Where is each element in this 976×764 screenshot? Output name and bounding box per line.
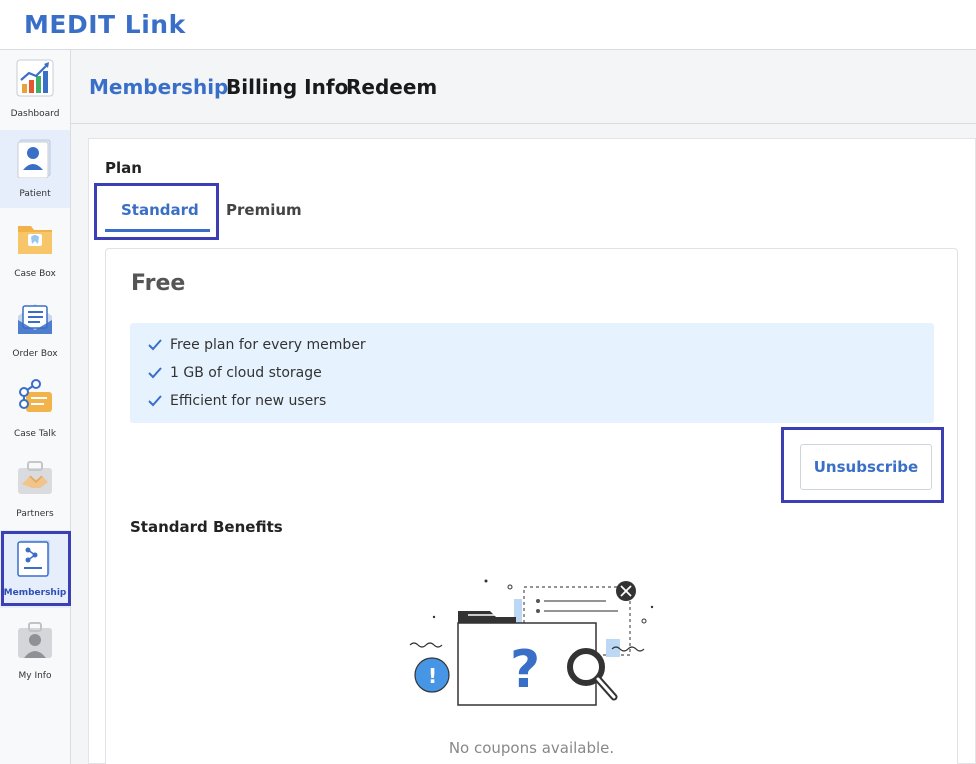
empty-state-text: No coupons available. (448, 739, 615, 757)
plan-title: Plan (105, 159, 142, 177)
sidebar-item-label: Dashboard (10, 109, 60, 119)
sidebar: Dashboard Patient Case Box Order Box Cas… (0, 50, 71, 764)
sidebar-item-dashboard[interactable]: Dashboard (0, 50, 70, 128)
partners-icon (18, 461, 52, 494)
tab-redeem[interactable]: Redeem (346, 75, 437, 99)
tab-premium[interactable]: Premium (226, 201, 302, 219)
order-box-icon (18, 304, 52, 334)
svg-text:!: ! (428, 664, 437, 688)
feature-text: Free plan for every member (170, 337, 366, 353)
sidebar-item-case-talk[interactable]: Case Talk (0, 370, 70, 448)
sidebar-item-partners[interactable]: Partners (0, 450, 70, 528)
sidebar-item-label: Order Box (12, 349, 58, 359)
sidebar-item-label: Case Box (14, 269, 56, 279)
sidebar-item-my-info[interactable]: My Info (0, 612, 70, 690)
check-icon (148, 395, 162, 407)
plan-name: Free (131, 271, 186, 296)
case-box-icon (18, 226, 52, 254)
tab-billing-info[interactable]: Billing Info (226, 75, 348, 99)
app-logo: MEDIT Link (24, 10, 186, 39)
benefits-title: Standard Benefits (130, 518, 283, 536)
highlight-frame-unsubscribe (781, 427, 944, 503)
patient-icon (17, 139, 51, 178)
sidebar-item-label: Patient (19, 189, 51, 199)
check-icon (148, 339, 162, 351)
sidebar-item-case-box[interactable]: Case Box (0, 210, 70, 288)
sidebar-item-patient[interactable]: Patient (0, 130, 70, 208)
sub-nav: Membership Billing Info Redeem (71, 51, 976, 124)
my-info-icon (18, 622, 52, 658)
top-bar: MEDIT Link (0, 0, 976, 50)
tab-membership[interactable]: Membership (89, 75, 228, 99)
case-talk-icon (19, 379, 52, 412)
highlight-frame-standard-tab (94, 183, 219, 240)
highlight-frame-membership (1, 531, 71, 606)
feature-text: 1 GB of cloud storage (170, 365, 322, 381)
svg-text:?: ? (510, 640, 540, 700)
feature-text: Efficient for new users (170, 393, 327, 409)
sidebar-item-order-box[interactable]: Order Box (0, 290, 70, 368)
check-icon (148, 367, 162, 379)
sidebar-item-label: My Info (18, 671, 52, 681)
plan-details-panel: Free Free plan for every member 1 GB of … (105, 248, 958, 764)
dashboard-icon (16, 59, 54, 97)
feature-list: Free plan for every member 1 GB of cloud… (130, 323, 934, 423)
sidebar-item-label: Case Talk (13, 429, 57, 439)
sidebar-item-label: Partners (16, 509, 54, 519)
empty-state-illustration: ? ! (409, 579, 654, 706)
